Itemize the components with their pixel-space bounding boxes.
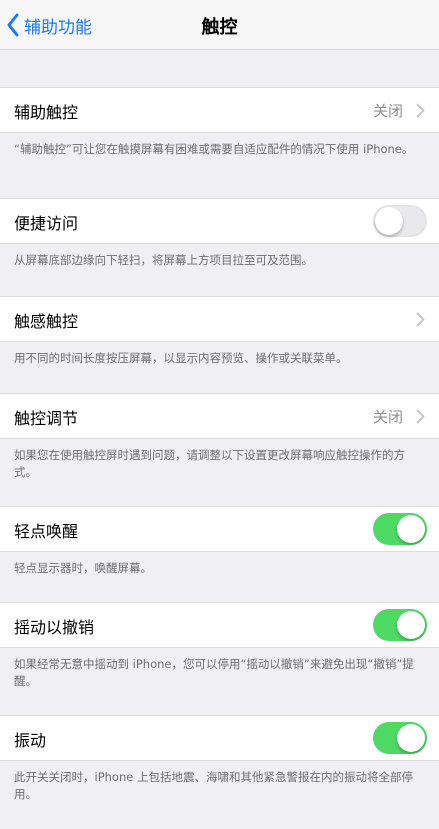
tap-to-wake-row: 轻点唤醒 (0, 506, 439, 552)
haptic-touch-row[interactable]: 触感触控 (0, 296, 439, 342)
assistive-touch-label: 辅助触控 (14, 103, 79, 122)
vibration-label: 振动 (14, 731, 47, 750)
tap-to-wake-label: 轻点唤醒 (14, 522, 79, 541)
reachability-footer: 从屏幕底部边缘向下轻扫，将屏幕上方项目拉至可及范围。 (14, 253, 313, 267)
touch-accommodations-row[interactable]: 触控调节 关闭 (0, 393, 439, 439)
switch-knob (397, 724, 425, 752)
switch-knob (375, 207, 403, 235)
reachability-row: 便捷访问 (0, 198, 439, 244)
shake-to-undo-label: 摇动以撤销 (14, 618, 95, 637)
switch-knob (397, 515, 425, 543)
switch-knob (397, 611, 425, 639)
tap-to-wake-switch[interactable] (373, 513, 427, 545)
settings-group-touch-accommodations: 触控调节 关闭 如果您在使用触控屏时遇到问题，请调整以下设置更改屏幕响应触控操作… (0, 393, 439, 481)
navigation-bar: 辅助功能 触控 (0, 0, 439, 50)
shake-to-undo-footer: 如果经常无意中摇动到 iPhone，您可以停用“摇动以撤销”来避免出现“撤销”提… (14, 657, 414, 688)
vibration-footer: 此开关关闭时，iPhone 上包括地震、海啸和其他紧急警报在内的振动将全部停用。 (14, 770, 413, 801)
settings-group-reachability: 便捷访问 从屏幕底部边缘向下轻扫，将屏幕上方项目拉至可及范围。 (0, 198, 439, 269)
touch-accommodations-value: 关闭 (372, 408, 403, 426)
assistive-touch-footer: “辅助触控”可让您在触摸屏幕有困难或需要自适应配件的情况下使用 iPhone。 (14, 142, 414, 156)
settings-group-shake-to-undo: 摇动以撤销 如果经常无意中摇动到 iPhone，您可以停用“摇动以撤销”来避免出… (0, 602, 439, 690)
chevron-right-icon (416, 103, 425, 118)
settings-group-haptic-touch: 触感触控 用不同的时间长度按压屏幕，以显示内容预览、操作或关联菜单。 (0, 296, 439, 367)
chevron-right-icon (416, 409, 425, 424)
assistive-touch-value: 关闭 (372, 102, 403, 120)
settings-group-assistive-touch: 辅助触控 关闭 “辅助触控”可让您在触摸屏幕有困难或需要自适应配件的情况下使用 … (0, 87, 439, 158)
reachability-label: 便捷访问 (14, 214, 79, 233)
shake-to-undo-row: 摇动以撤销 (0, 602, 439, 648)
settings-group-vibration: 振动 此开关关闭时，iPhone 上包括地震、海啸和其他紧急警报在内的振动将全部… (0, 715, 439, 803)
vibration-row: 振动 (0, 715, 439, 761)
page-title: 触控 (201, 17, 238, 38)
touch-accommodations-footer: 如果您在使用触控屏时遇到问题，请调整以下设置更改屏幕响应触控操作的方式。 (14, 448, 405, 479)
haptic-touch-label: 触感触控 (14, 312, 79, 331)
tap-to-wake-footer: 轻点显示器时，唤醒屏幕。 (14, 561, 152, 575)
touch-accommodations-label: 触控调节 (14, 409, 79, 428)
assistive-touch-row[interactable]: 辅助触控 关闭 (0, 87, 439, 133)
haptic-touch-footer: 用不同的时间长度按压屏幕，以显示内容预览、操作或关联菜单。 (14, 351, 348, 365)
vibration-switch[interactable] (373, 722, 427, 754)
shake-to-undo-switch[interactable] (373, 609, 427, 641)
reachability-switch[interactable] (373, 205, 427, 237)
chevron-right-icon (416, 312, 425, 327)
settings-group-tap-to-wake: 轻点唤醒 轻点显示器时，唤醒屏幕。 (0, 506, 439, 577)
